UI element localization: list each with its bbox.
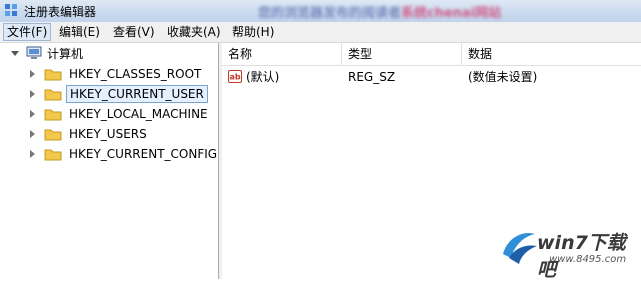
- string-value-icon: ab: [228, 70, 242, 83]
- list-item[interactable]: ab (默认) REG_SZ (数值未设置): [222, 67, 641, 87]
- tree-item-label: HKEY_USERS: [69, 127, 147, 141]
- folder-icon: [44, 89, 62, 101]
- blurred-banner: 您的浏览器发布的阅读者系统chenai网站: [258, 2, 501, 21]
- column-header-type[interactable]: 类型: [342, 43, 462, 65]
- menu-help[interactable]: 帮助(H): [229, 24, 277, 40]
- menu-bar: 文件(F) 编辑(E) 查看(V) 收藏夹(A) 帮助(H): [0, 22, 641, 43]
- column-header-name[interactable]: 名称: [222, 43, 342, 65]
- expand-arrow-icon[interactable]: [30, 110, 35, 118]
- registry-tree[interactable]: 计算机 HKEY_CLASSES_ROOT HKEY_CURRENT_USER …: [0, 43, 219, 279]
- value-type: REG_SZ: [348, 70, 396, 84]
- column-header-data[interactable]: 数据: [462, 43, 641, 65]
- menu-favorites[interactable]: 收藏夹(A): [164, 24, 224, 40]
- tree-item-label: HKEY_CURRENT_CONFIG: [69, 147, 218, 161]
- blurred-banner-text: 您的浏览器发布的阅读者: [258, 6, 402, 21]
- title-bar[interactable]: 注册表编辑器 您的浏览器发布的阅读者系统chenai网站: [0, 0, 641, 22]
- folder-icon: [44, 69, 62, 81]
- value-name: (默认): [246, 70, 280, 84]
- list-header: 名称 类型 数据: [222, 43, 641, 66]
- tree-root-label: 计算机: [47, 47, 84, 61]
- registry-editor-icon: [5, 4, 17, 16]
- blurred-banner-red: 系统chenai网站: [401, 6, 502, 21]
- expand-arrow-icon[interactable]: [30, 70, 35, 78]
- svg-text:ab: ab: [229, 73, 240, 82]
- computer-icon: [26, 46, 42, 59]
- watermark: win7下载吧 www.8495.com: [497, 222, 637, 281]
- collapse-arrow-icon[interactable]: [11, 51, 19, 56]
- expand-arrow-icon[interactable]: [30, 150, 35, 158]
- value-data: (数值未设置): [468, 70, 538, 84]
- window-title: 注册表编辑器: [24, 5, 97, 19]
- tree-item-label: HKEY_CLASSES_ROOT: [69, 67, 202, 81]
- folder-icon: [44, 149, 62, 161]
- watermark-url: www.8495.com: [549, 254, 627, 265]
- menu-file[interactable]: 文件(F): [3, 23, 52, 41]
- menu-view[interactable]: 查看(V): [110, 24, 158, 40]
- tree-item-label: HKEY_LOCAL_MACHINE: [69, 107, 208, 121]
- expand-arrow-icon[interactable]: [30, 130, 35, 138]
- folder-icon: [44, 109, 62, 121]
- win7-logo-icon: [503, 232, 537, 264]
- expand-arrow-icon[interactable]: [30, 90, 35, 98]
- folder-icon: [44, 129, 62, 141]
- tree-item-label: HKEY_CURRENT_USER: [66, 85, 208, 103]
- menu-edit[interactable]: 编辑(E): [56, 24, 103, 40]
